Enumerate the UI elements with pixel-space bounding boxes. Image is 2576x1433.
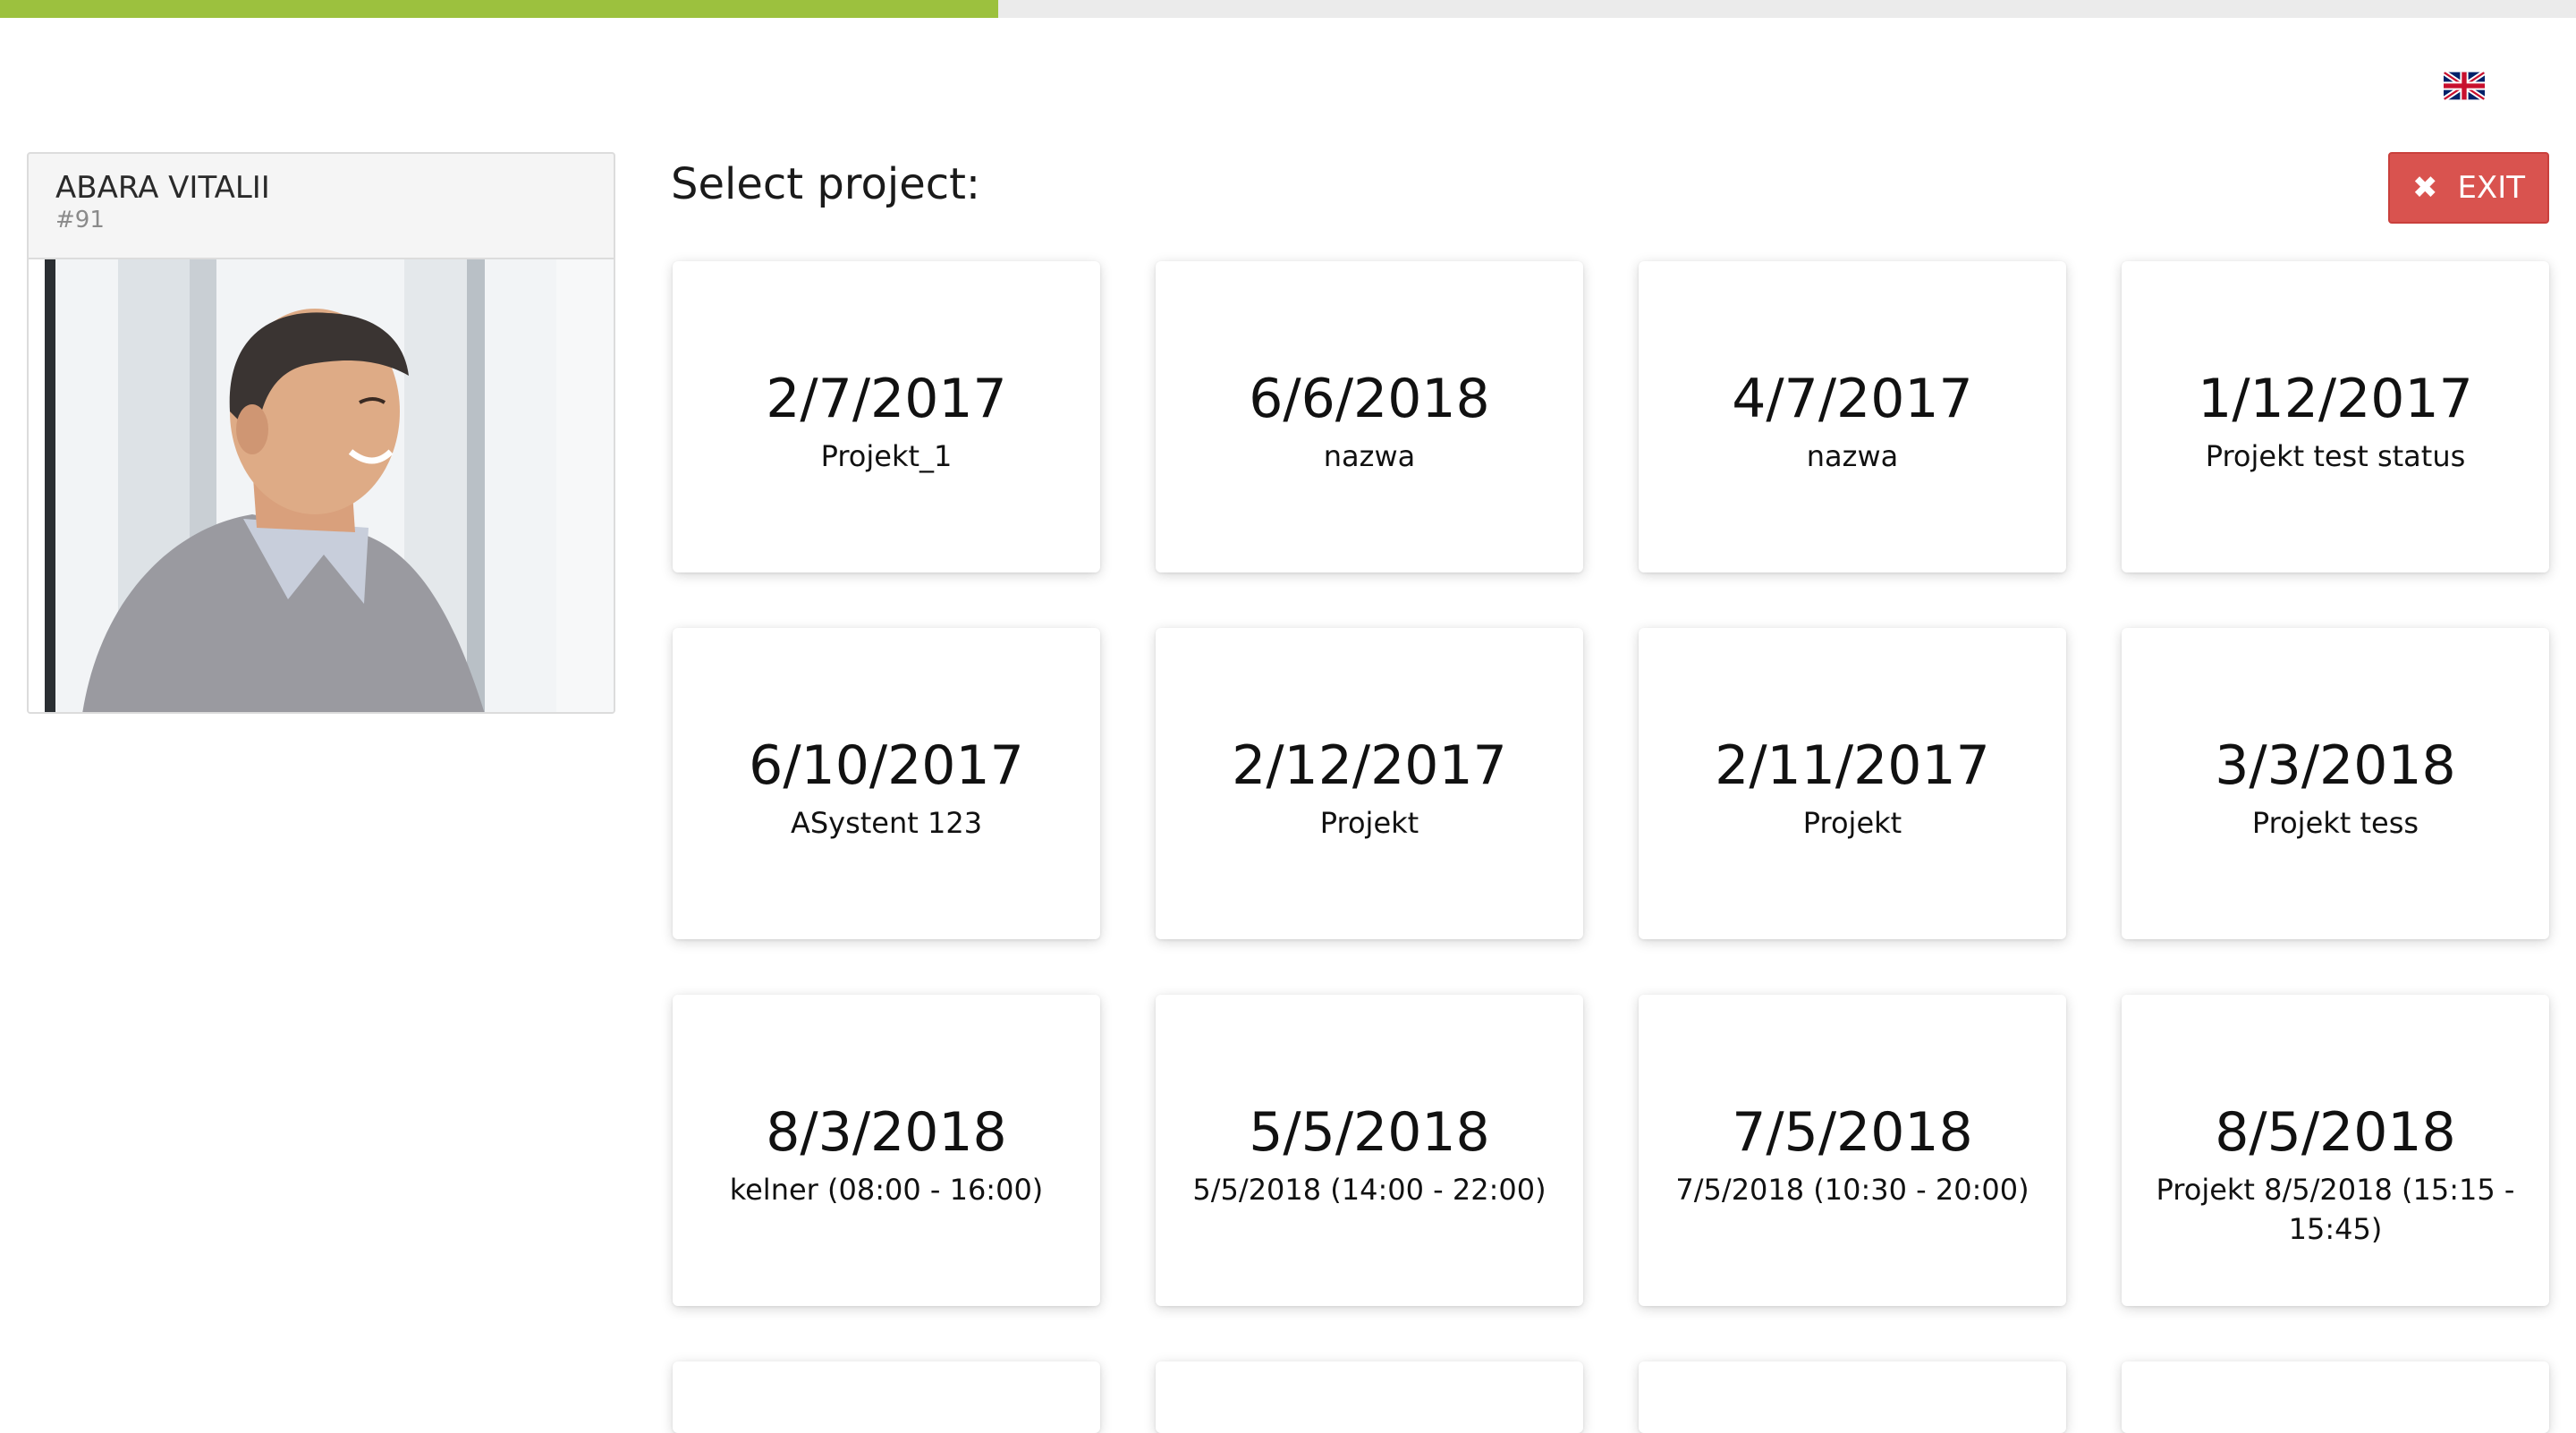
project-date: 5/5/2018 <box>1249 1101 1490 1164</box>
project-name: kelner (08:00 - 16:00) <box>729 1173 1044 1207</box>
uk-flag-icon[interactable] <box>2444 72 2485 100</box>
close-icon: ✖ <box>2411 170 2438 206</box>
project-card[interactable]: 6/10/2017 ASystent 123 <box>673 628 1100 939</box>
project-name: 5/5/2018 (14:00 - 22:00) <box>1192 1173 1546 1207</box>
project-name: Projekt 8/5/2018 (15:15 - 15:45) <box>2156 1173 2515 1246</box>
project-card-partial[interactable] <box>1156 1361 1583 1433</box>
profile-header: ABARA VITALII #91 <box>29 154 614 259</box>
project-card[interactable]: 6/6/2018 nazwa <box>1156 261 1583 572</box>
project-card[interactable]: 8/3/2018 kelner (08:00 - 16:00) <box>673 995 1100 1306</box>
project-date: 6/6/2018 <box>1249 368 1490 430</box>
project-card[interactable]: 2/11/2017 Projekt <box>1639 628 2066 939</box>
project-date: 8/3/2018 <box>766 1101 1007 1164</box>
project-card[interactable]: 5/5/2018 5/5/2018 (14:00 - 22:00) <box>1156 995 1583 1306</box>
project-grid: 2/7/2017 Projekt_1 6/6/2018 nazwa 4/7/20… <box>673 261 2551 1433</box>
employee-id: #91 <box>55 207 105 233</box>
project-card[interactable]: 2/12/2017 Projekt <box>1156 628 1583 939</box>
project-date: 7/5/2018 <box>1732 1101 1973 1164</box>
project-date: 8/5/2018 <box>2215 1101 2456 1164</box>
project-name: nazwa <box>1323 439 1416 473</box>
project-date: 2/11/2017 <box>1715 734 1990 797</box>
project-card[interactable]: 2/7/2017 Projekt_1 <box>673 261 1100 572</box>
project-name: ASystent 123 <box>790 806 983 840</box>
project-name: Projekt_1 <box>820 439 953 473</box>
project-card-partial[interactable] <box>673 1361 1100 1433</box>
project-name: Projekt <box>1319 806 1419 840</box>
progress-bar <box>0 0 2576 18</box>
project-date: 4/7/2017 <box>1732 368 1973 430</box>
project-name: Projekt test status <box>2205 439 2466 473</box>
project-date: 1/12/2017 <box>2198 368 2473 430</box>
project-card-partial[interactable] <box>2122 1361 2549 1433</box>
page-title: Select project: <box>671 159 981 209</box>
employee-name: ABARA VITALII <box>55 170 270 206</box>
project-card[interactable]: 3/3/2018 Projekt tess <box>2122 628 2549 939</box>
project-name: Projekt <box>1802 806 1902 840</box>
project-date: 3/3/2018 <box>2215 734 2456 797</box>
project-name: nazwa <box>1806 439 1899 473</box>
project-date: 2/12/2017 <box>1232 734 1507 797</box>
employee-profile-card: ABARA VITALII #91 <box>27 152 615 714</box>
project-card[interactable]: 1/12/2017 Projekt test status <box>2122 261 2549 572</box>
project-card[interactable]: 4/7/2017 nazwa <box>1639 261 2066 572</box>
exit-button-label: EXIT <box>2457 170 2526 206</box>
project-card-partial[interactable] <box>1639 1361 2066 1433</box>
project-date: 6/10/2017 <box>749 734 1024 797</box>
project-name: 7/5/2018 (10:30 - 20:00) <box>1675 1173 2029 1207</box>
exit-button[interactable]: ✖ EXIT <box>2388 152 2549 224</box>
employee-photo <box>29 259 614 712</box>
project-name: Projekt tess <box>2251 806 2419 840</box>
project-card[interactable]: 8/5/2018 Projekt 8/5/2018 (15:15 - 15:45… <box>2122 995 2549 1306</box>
project-card[interactable]: 7/5/2018 7/5/2018 (10:30 - 20:00) <box>1639 995 2066 1306</box>
project-date: 2/7/2017 <box>766 368 1007 430</box>
progress-bar-fill <box>0 0 998 18</box>
